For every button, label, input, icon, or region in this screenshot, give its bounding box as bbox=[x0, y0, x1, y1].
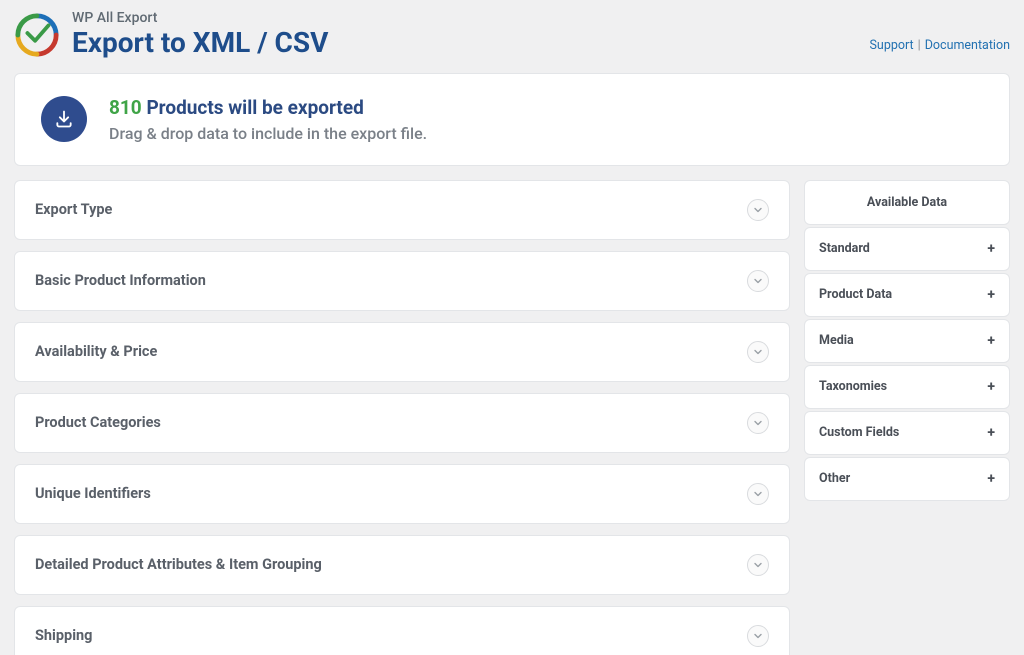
brand-block: WP All Export Export to XML / CSV bbox=[14, 10, 328, 59]
available-item-media[interactable]: Media + bbox=[804, 319, 1010, 363]
available-data-header: Available Data bbox=[804, 180, 1010, 225]
section-title: Availability & Price bbox=[35, 343, 157, 360]
plus-icon: + bbox=[987, 333, 995, 349]
support-link[interactable]: Support bbox=[870, 38, 914, 53]
plus-icon: + bbox=[987, 287, 995, 303]
plus-icon: + bbox=[987, 425, 995, 441]
chevron-down-icon bbox=[747, 199, 769, 221]
available-item-taxonomies[interactable]: Taxonomies + bbox=[804, 365, 1010, 409]
section-title: Export Type bbox=[35, 201, 112, 218]
available-item-standard[interactable]: Standard + bbox=[804, 227, 1010, 271]
page-title: Export to XML / CSV bbox=[72, 28, 328, 59]
available-item-label: Product Data bbox=[819, 287, 892, 302]
available-item-label: Custom Fields bbox=[819, 425, 899, 440]
section-basic-product-information[interactable]: Basic Product Information bbox=[14, 251, 790, 311]
section-title: Basic Product Information bbox=[35, 272, 206, 289]
summary-text: 810 Products will be exported Drag & dro… bbox=[109, 96, 427, 143]
plus-icon: + bbox=[987, 471, 995, 487]
summary-panel: 810 Products will be exported Drag & dro… bbox=[14, 73, 1010, 166]
available-item-product-data[interactable]: Product Data + bbox=[804, 273, 1010, 317]
available-item-label: Media bbox=[819, 333, 854, 348]
section-unique-identifiers[interactable]: Unique Identifiers bbox=[14, 464, 790, 524]
download-icon-circle bbox=[41, 96, 87, 142]
page-header: WP All Export Export to XML / CSV Suppor… bbox=[14, 10, 1010, 59]
documentation-link[interactable]: Documentation bbox=[925, 38, 1010, 53]
chevron-down-icon bbox=[747, 412, 769, 434]
available-item-label: Taxonomies bbox=[819, 379, 887, 394]
chevron-down-icon bbox=[747, 625, 769, 647]
chevron-down-icon bbox=[747, 483, 769, 505]
link-separator: | bbox=[914, 38, 925, 53]
plus-icon: + bbox=[987, 379, 995, 395]
chevron-down-icon bbox=[747, 270, 769, 292]
section-product-categories[interactable]: Product Categories bbox=[14, 393, 790, 453]
brand-subtitle: WP All Export bbox=[72, 10, 328, 26]
available-item-other[interactable]: Other + bbox=[804, 457, 1010, 501]
section-shipping[interactable]: Shipping bbox=[14, 606, 790, 655]
summary-count: 810 bbox=[109, 96, 142, 119]
section-availability-price[interactable]: Availability & Price bbox=[14, 322, 790, 382]
section-title: Shipping bbox=[35, 627, 92, 644]
section-title: Unique Identifiers bbox=[35, 485, 151, 502]
header-links: Support|Documentation bbox=[870, 38, 1011, 53]
chevron-down-icon bbox=[747, 341, 769, 363]
chevron-down-icon bbox=[747, 554, 769, 576]
sections-column: Export Type Basic Product Information Av… bbox=[14, 180, 790, 655]
summary-headline: 810 Products will be exported bbox=[109, 96, 427, 120]
available-item-label: Other bbox=[819, 471, 850, 486]
section-title: Detailed Product Attributes & Item Group… bbox=[35, 556, 322, 573]
available-item-label: Standard bbox=[819, 241, 870, 256]
section-title: Product Categories bbox=[35, 414, 161, 431]
brand-logo-icon bbox=[14, 12, 60, 58]
download-icon bbox=[54, 109, 74, 129]
section-export-type[interactable]: Export Type bbox=[14, 180, 790, 240]
section-detailed-attributes[interactable]: Detailed Product Attributes & Item Group… bbox=[14, 535, 790, 595]
available-item-custom-fields[interactable]: Custom Fields + bbox=[804, 411, 1010, 455]
summary-subtext: Drag & drop data to include in the expor… bbox=[109, 124, 427, 143]
available-data-column: Available Data Standard + Product Data +… bbox=[804, 180, 1010, 501]
plus-icon: + bbox=[987, 241, 995, 257]
summary-headline-rest: Products will be exported bbox=[146, 96, 363, 119]
